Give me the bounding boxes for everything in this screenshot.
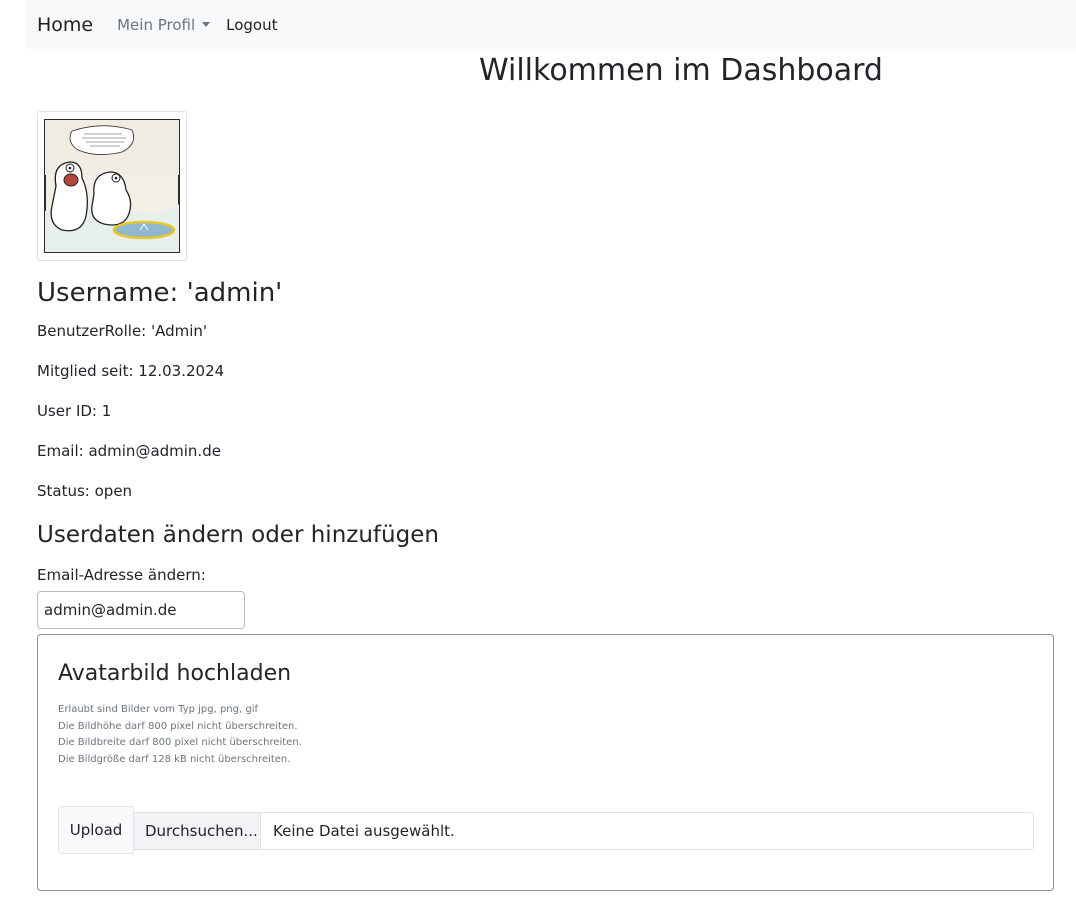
nav-profile-dropdown[interactable]: Mein Profil (117, 15, 211, 34)
nav-home-link[interactable]: Home (37, 14, 93, 36)
user-status: Status: open (37, 482, 133, 500)
upload-hint: Die Bildbreite darf 800 pixel nicht über… (58, 737, 302, 748)
email-field[interactable] (37, 591, 245, 629)
nav-logout-link[interactable]: Logout (226, 16, 277, 34)
edit-section-title: Userdaten ändern oder hinzufügen (37, 522, 439, 548)
upload-hint: Die Bildgröße darf 128 kB nicht überschr… (58, 753, 291, 765)
avatar (37, 111, 187, 261)
browse-button[interactable]: Durchsuchen... (134, 813, 261, 849)
file-input[interactable]: Durchsuchen... Keine Datei ausgewählt. (134, 812, 1034, 850)
member-since: Mitglied seit: 12.03.2024 (37, 362, 225, 380)
upload-title: Avatarbild hochladen (58, 661, 292, 686)
email-field-label: Email-Adresse ändern: (37, 566, 206, 584)
avatar-upload-panel: Avatarbild hochladen Erlaubt sind Bilder… (37, 634, 1054, 891)
page-title: Willkommen im Dashboard (479, 53, 883, 88)
username-heading: Username: 'admin' (37, 278, 283, 308)
file-input-group: Upload Durchsuchen... Keine Datei ausgew… (58, 806, 1034, 854)
upload-button[interactable]: Upload (58, 806, 134, 854)
file-name-display: Keine Datei ausgewählt. (273, 822, 455, 840)
upload-hint: Erlaubt sind Bilder vom Typ jpg, png, gi… (58, 704, 258, 715)
user-id: User ID: 1 (37, 402, 112, 420)
user-email: Email: admin@admin.de (37, 442, 221, 460)
top-navbar: Home Mein Profil Logout (25, 0, 1076, 49)
polar-bear-cartoon-image (42, 116, 182, 256)
upload-hints: Erlaubt sind Bilder vom Typ jpg, png, gi… (58, 702, 302, 768)
nav-profile-label: Mein Profil (117, 15, 196, 34)
chevron-down-icon (202, 22, 211, 27)
upload-hint: Die Bildhöhe darf 800 pixel nicht übersc… (58, 720, 298, 732)
user-role: BenutzerRolle: 'Admin' (37, 322, 208, 340)
